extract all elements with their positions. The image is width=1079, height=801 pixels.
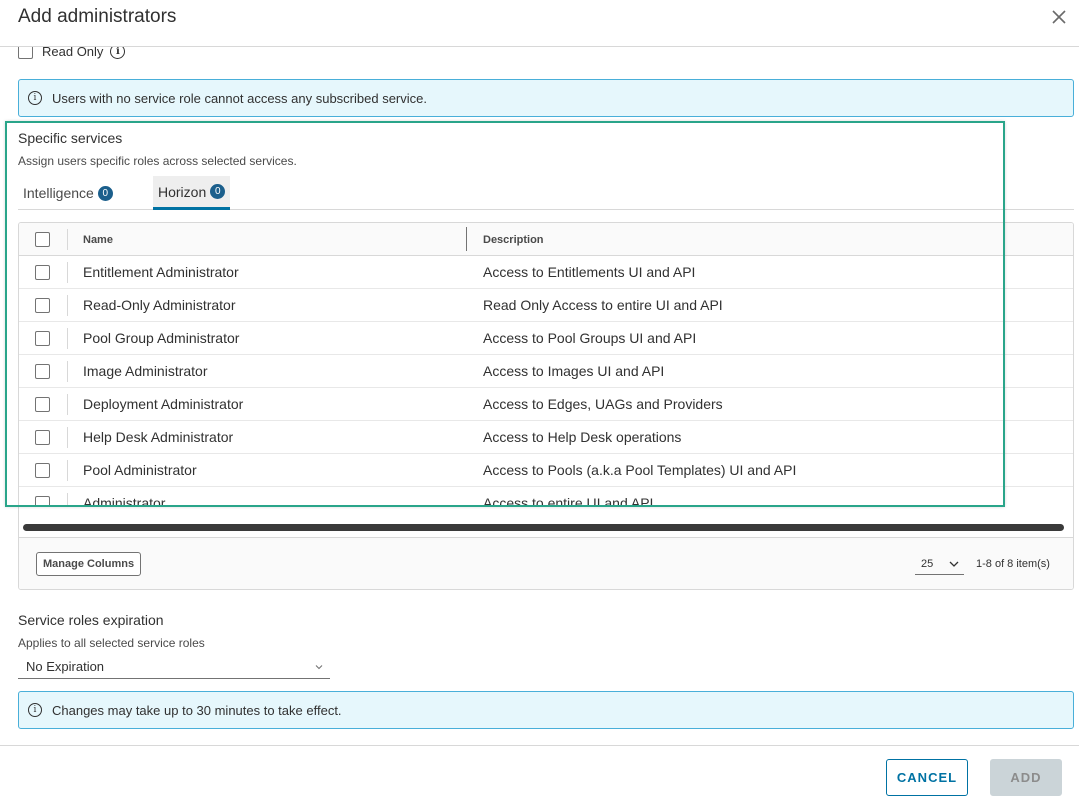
table-row[interactable]: Help Desk Administrator Access to Help D… <box>19 421 1073 454</box>
expiration-title: Service roles expiration <box>18 612 164 628</box>
table-row[interactable]: Pool Group Administrator Access to Pool … <box>19 322 1073 355</box>
column-divider <box>67 295 68 316</box>
role-description: Access to entire UI and API <box>483 495 654 506</box>
role-description: Access to Entitlements UI and API <box>483 264 696 280</box>
row-checkbox[interactable] <box>35 496 50 506</box>
horizontal-scrollbar[interactable] <box>23 524 1064 531</box>
grid-header: Name Description <box>19 223 1073 256</box>
column-divider <box>67 361 68 382</box>
role-name: Entitlement Administrator <box>83 264 239 280</box>
service-tabs: Intelligence 0 Horizon 0 <box>18 176 1074 210</box>
alert-text: Changes may take up to 30 minutes to tak… <box>52 702 342 718</box>
dialog-header: Add administrators <box>0 0 1079 47</box>
tab-label: Intelligence <box>23 185 94 201</box>
tab-horizon[interactable]: Horizon 0 <box>153 176 231 210</box>
no-role-alert: i Users with no service role cannot acce… <box>18 79 1074 117</box>
chevron-down-icon <box>315 665 323 670</box>
column-resize-handle[interactable] <box>466 227 467 251</box>
row-checkbox[interactable] <box>35 430 50 445</box>
column-header-name[interactable]: Name <box>83 234 113 246</box>
column-divider <box>67 427 68 448</box>
row-checkbox[interactable] <box>35 331 50 346</box>
roles-datagrid: Name Description Entitlement Administrat… <box>18 222 1074 590</box>
count-badge: 0 <box>97 185 113 201</box>
changes-alert: i Changes may take up to 30 minutes to t… <box>18 691 1074 729</box>
column-header-description[interactable]: Description <box>483 234 544 246</box>
table-row[interactable]: Image Administrator Access to Images UI … <box>19 355 1073 388</box>
tab-label: Horizon <box>158 183 207 200</box>
role-name: Administrator <box>83 495 166 506</box>
role-name: Read-Only Administrator <box>83 297 236 313</box>
page-size-select[interactable]: 25 <box>915 555 964 575</box>
chevron-down-icon <box>949 561 959 567</box>
add-button[interactable]: ADD <box>990 759 1062 796</box>
role-name: Pool Group Administrator <box>83 330 240 346</box>
cancel-button[interactable]: CANCEL <box>886 759 968 796</box>
table-row[interactable]: Deployment Administrator Access to Edges… <box>19 388 1073 421</box>
table-row[interactable]: Entitlement Administrator Access to Enti… <box>19 256 1073 289</box>
column-divider <box>67 394 68 415</box>
close-icon[interactable] <box>1049 7 1069 27</box>
expiration-subtitle: Applies to all selected service roles <box>18 636 205 650</box>
table-row[interactable]: Read-Only Administrator Read Only Access… <box>19 289 1073 322</box>
row-checkbox[interactable] <box>35 265 50 280</box>
page-size-value: 25 <box>921 558 934 570</box>
grid-rows: Entitlement Administrator Access to Enti… <box>19 256 1073 506</box>
row-checkbox[interactable] <box>35 364 50 379</box>
expiration-select[interactable]: No Expiration <box>18 657 330 679</box>
item-range-text: 1-8 of 8 item(s) <box>976 558 1050 570</box>
role-description: Read Only Access to entire UI and API <box>483 297 723 313</box>
alert-text: Users with no service role cannot access… <box>52 90 427 106</box>
row-checkbox[interactable] <box>35 298 50 313</box>
dialog-footer: CANCEL ADD <box>0 745 1079 801</box>
column-divider <box>67 262 68 283</box>
manage-columns-button[interactable]: Manage Columns <box>36 552 142 576</box>
table-row[interactable]: Administrator Access to entire UI and AP… <box>19 487 1073 506</box>
role-description: Access to Help Desk operations <box>483 429 682 445</box>
role-name: Deployment Administrator <box>83 396 244 412</box>
specific-services-title: Specific services <box>18 130 123 146</box>
table-row[interactable]: Pool Administrator Access to Pools (a.k.… <box>19 454 1073 487</box>
role-name: Image Administrator <box>83 363 208 379</box>
dialog-title: Add administrators <box>18 6 177 27</box>
select-all-checkbox[interactable] <box>35 232 50 247</box>
tab-intelligence[interactable]: Intelligence 0 <box>18 176 118 210</box>
column-divider <box>67 493 68 506</box>
row-checkbox[interactable] <box>35 463 50 478</box>
row-checkbox[interactable] <box>35 397 50 412</box>
role-description: Access to Edges, UAGs and Providers <box>483 396 723 412</box>
role-description: Access to Images UI and API <box>483 363 665 379</box>
role-name: Pool Administrator <box>83 462 197 478</box>
specific-services-subtitle: Assign users specific roles across selec… <box>18 154 297 168</box>
column-divider <box>67 229 68 250</box>
info-icon: i <box>28 91 42 105</box>
role-description: Access to Pools (a.k.a Pool Templates) U… <box>483 462 797 478</box>
info-icon: i <box>28 703 42 717</box>
expiration-value: No Expiration <box>26 659 105 674</box>
role-name: Help Desk Administrator <box>83 429 234 445</box>
grid-footer: Manage Columns 25 1-8 of 8 item(s) <box>19 537 1073 589</box>
role-description: Access to Pool Groups UI and API <box>483 330 697 346</box>
column-divider <box>67 328 68 349</box>
column-divider <box>67 460 68 481</box>
count-badge: 0 <box>210 184 226 199</box>
